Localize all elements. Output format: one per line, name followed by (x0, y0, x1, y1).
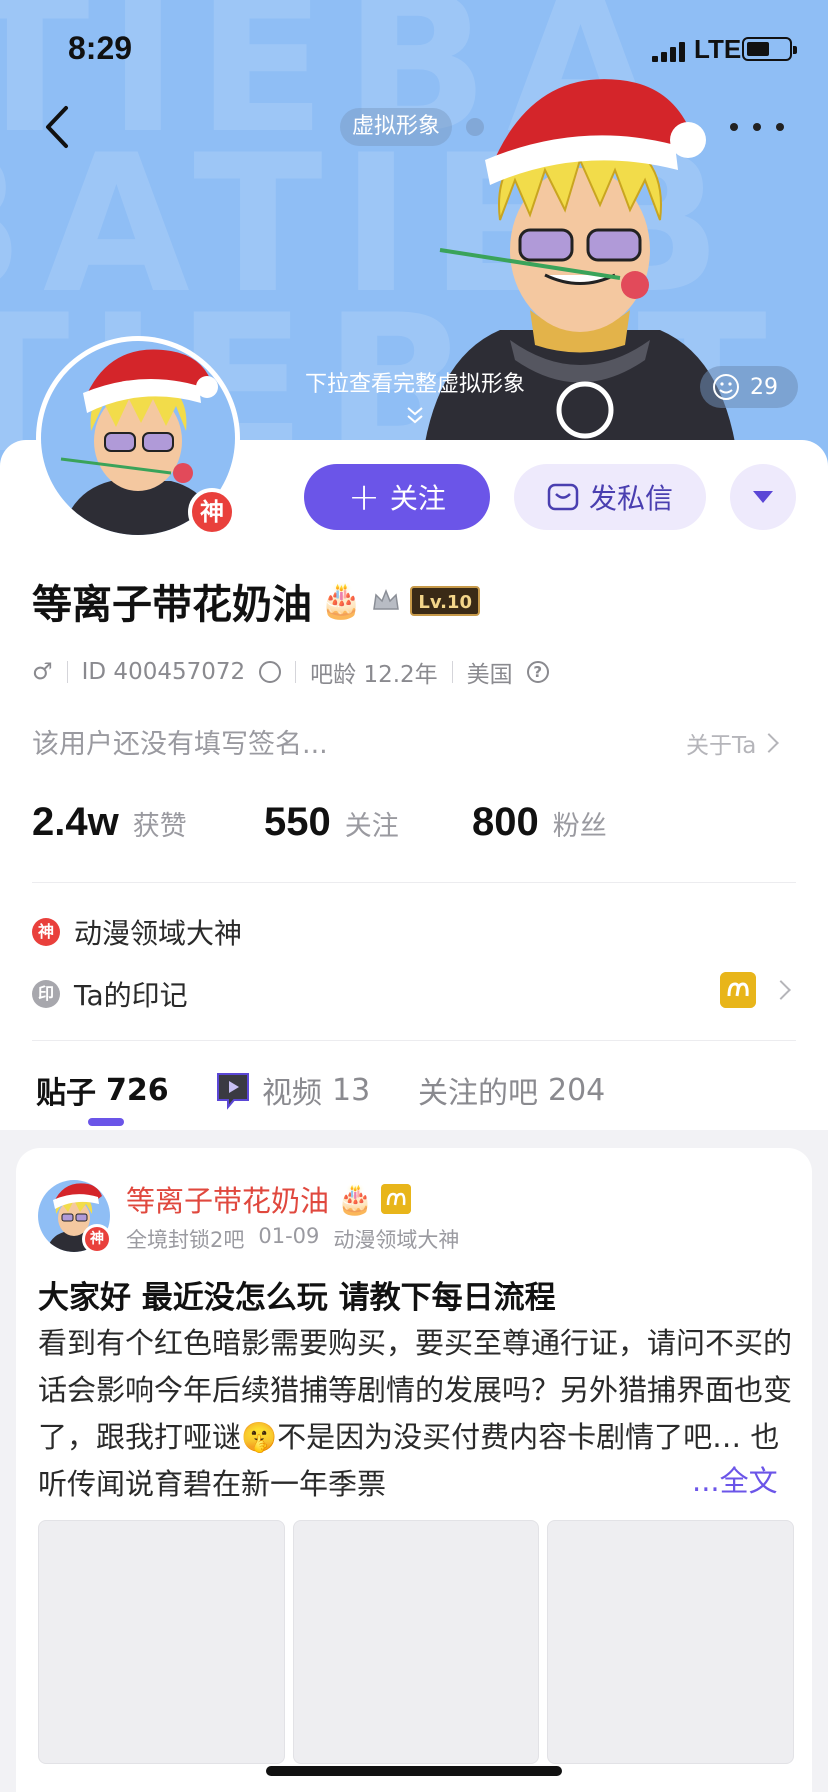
cake-emoji: 🎂 (320, 581, 363, 621)
tab-count: 13 (332, 1072, 371, 1108)
post-title[interactable]: 大家好 最近没怎么玩 请教下每日流程 (38, 1272, 556, 1317)
mood-count: 29 (750, 374, 778, 400)
cake-emoji: 🎂 (337, 1181, 374, 1216)
mark-small-badge: 印 (32, 980, 60, 1008)
pull-hint: 下拉查看完整虚拟形象 (304, 372, 525, 397)
stat-label: 获赞 (132, 811, 187, 842)
profile-meta: ♂ ID 400457072 吧龄 12.2年 美国 ? (32, 656, 549, 688)
stat-fans[interactable]: 800 粉丝 (472, 800, 607, 845)
follow-button[interactable]: + 关注 (304, 464, 490, 530)
post-date: 01-09 (258, 1224, 320, 1248)
tab-indicator (88, 1118, 124, 1126)
mood-reactions-pill[interactable]: 29 (700, 366, 798, 408)
stat-label: 关注 (344, 811, 399, 842)
tab-label: 贴子 (36, 1076, 96, 1111)
user-id: ID 400457072 (81, 659, 246, 685)
tab-label: 视频 (262, 1076, 322, 1111)
post-image[interactable] (38, 1520, 285, 1764)
gender-male-icon: ♂ (32, 659, 53, 685)
username: 等离子带花奶油 🎂 Lv.10 (32, 572, 480, 630)
status-time: 8:29 (68, 30, 133, 66)
stat-label: 粉丝 (552, 811, 607, 842)
post-images (38, 1520, 795, 1764)
chevron-right-icon (759, 733, 780, 753)
crown-icon (373, 588, 400, 610)
home-indicator[interactable] (266, 1766, 562, 1776)
mark-preview[interactable] (720, 972, 791, 1008)
shen-badge: 神 (188, 488, 236, 536)
chevron-left-icon (46, 106, 68, 148)
post-image[interactable] (547, 1520, 795, 1764)
divider (32, 882, 796, 883)
post-author-name: 等离子带花奶油 (126, 1184, 330, 1218)
stat-likes[interactable]: 2.4w 获赞 (32, 800, 264, 845)
plus-icon: + (348, 475, 380, 519)
post-honor: 动漫领域大神 (333, 1228, 460, 1252)
profile-card (0, 440, 828, 1130)
stat-number: 550 (264, 800, 331, 844)
honor-row-shen[interactable]: 神 动漫领域大神 (32, 912, 242, 952)
more-actions-button[interactable] (730, 464, 796, 530)
signal-icon (652, 40, 688, 62)
tab-count: 726 (106, 1072, 169, 1108)
account-age: 吧龄 12.2年 (310, 662, 438, 688)
tab-label: 关注的吧 (418, 1076, 538, 1111)
stat-number: 800 (472, 800, 539, 844)
tab-posts[interactable]: 贴子 726 (36, 1068, 169, 1112)
mark-badge-icon (381, 1184, 412, 1214)
honor-label: Ta的印记 (74, 979, 188, 1012)
tab-followed-bars[interactable]: 关注的吧 204 (418, 1068, 605, 1112)
about-link[interactable]: 关于Ta (686, 726, 780, 760)
honor-row-mark[interactable]: 印 Ta的印记 (32, 974, 188, 1014)
signature: 该用户还没有填写签名... (32, 729, 328, 760)
divider (32, 1040, 796, 1041)
back-button[interactable] (36, 104, 82, 150)
honor-label: 动漫领域大神 (74, 917, 243, 950)
stat-following[interactable]: 550 关注 (264, 800, 472, 845)
video-icon (217, 1073, 249, 1110)
virtual-avatar-image[interactable] (420, 60, 740, 470)
message-label: 发私信 (588, 482, 673, 515)
location: 美国 (466, 662, 513, 688)
username-text: 等离子带花奶油 (32, 582, 312, 628)
tab-videos[interactable]: 视频 13 (214, 1068, 370, 1112)
shen-small-badge: 神 (32, 918, 60, 946)
battery-icon (742, 37, 797, 61)
post-author[interactable]: 等离子带花奶油 🎂 (126, 1178, 412, 1220)
chevron-down-icon (407, 407, 423, 424)
mark-badge-icon (720, 972, 756, 1008)
post-shen-badge: 神 (82, 1224, 112, 1254)
follow-label: 关注 (389, 482, 446, 515)
tab-count: 204 (548, 1072, 606, 1108)
smile-icon (713, 374, 739, 400)
copy-icon[interactable] (259, 661, 282, 683)
about-label: 关于Ta (686, 733, 757, 759)
content-tabs: 贴子 726 视频 13 关注的吧 204 (0, 1048, 828, 1130)
stats-row: 2.4w 获赞 550 关注 800 粉丝 (32, 800, 607, 845)
help-icon[interactable]: ? (526, 661, 549, 683)
mail-icon (547, 483, 579, 511)
caret-down-icon (753, 491, 773, 503)
post-image[interactable] (292, 1520, 540, 1764)
post-forum[interactable]: 全境封锁2吧 (126, 1224, 244, 1254)
read-more-link[interactable]: ...全文 (688, 1458, 778, 1500)
post-meta: 全境封锁2吧 01-09 动漫领域大神 (126, 1224, 459, 1254)
chevron-right-icon (771, 980, 791, 1000)
post-card[interactable]: 神 等离子带花奶油 🎂 全境封锁2吧 01-09 动漫领域大神 大家好 最近没怎… (16, 1148, 812, 1792)
stat-number: 2.4w (32, 800, 119, 844)
level-badge: Lv.10 (410, 586, 480, 616)
message-button[interactable]: 发私信 (514, 464, 706, 530)
